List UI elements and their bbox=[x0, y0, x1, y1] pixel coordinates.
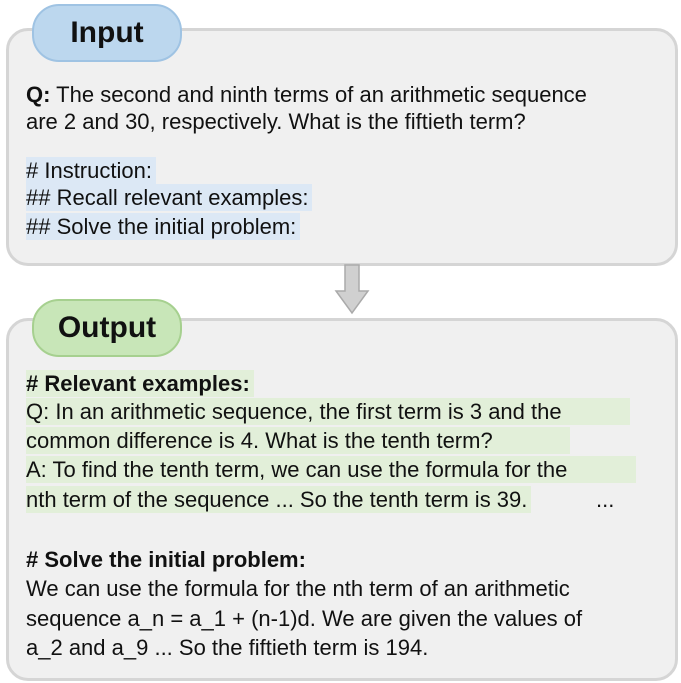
example-line: nth term of the sequence ... So the tent… bbox=[26, 486, 532, 513]
ellipsis: ... bbox=[596, 487, 615, 512]
solve-line: We can use the formula for the nth term … bbox=[26, 576, 570, 601]
example-line: Q: In an arithmetic sequence, the first … bbox=[26, 398, 630, 425]
input-label: Input bbox=[32, 4, 182, 62]
examples-heading: # Relevant examples: bbox=[26, 370, 254, 397]
output-label: Output bbox=[32, 299, 182, 357]
down-arrow-icon bbox=[334, 264, 370, 315]
instruction-line: # Instruction: bbox=[26, 157, 156, 184]
solve-line: a_2 and a_9 ... So the fiftieth term is … bbox=[26, 635, 429, 660]
example-line: common difference is 4. What is the tent… bbox=[26, 427, 570, 454]
instruction-line: ## Recall relevant examples: bbox=[26, 184, 313, 211]
example-line: A: To find the tenth term, we can use th… bbox=[26, 456, 636, 483]
instruction-line: ## Solve the initial problem: bbox=[26, 213, 301, 240]
solve-heading: # Solve the initial problem: bbox=[26, 547, 306, 572]
solve-line: sequence a_n = a_1 + (n-1)d. We are give… bbox=[26, 606, 583, 631]
question-line-1: Q: The second and ninth terms of an arit… bbox=[26, 82, 587, 107]
question-line-2: are 2 and 30, respectively. What is the … bbox=[26, 109, 526, 134]
